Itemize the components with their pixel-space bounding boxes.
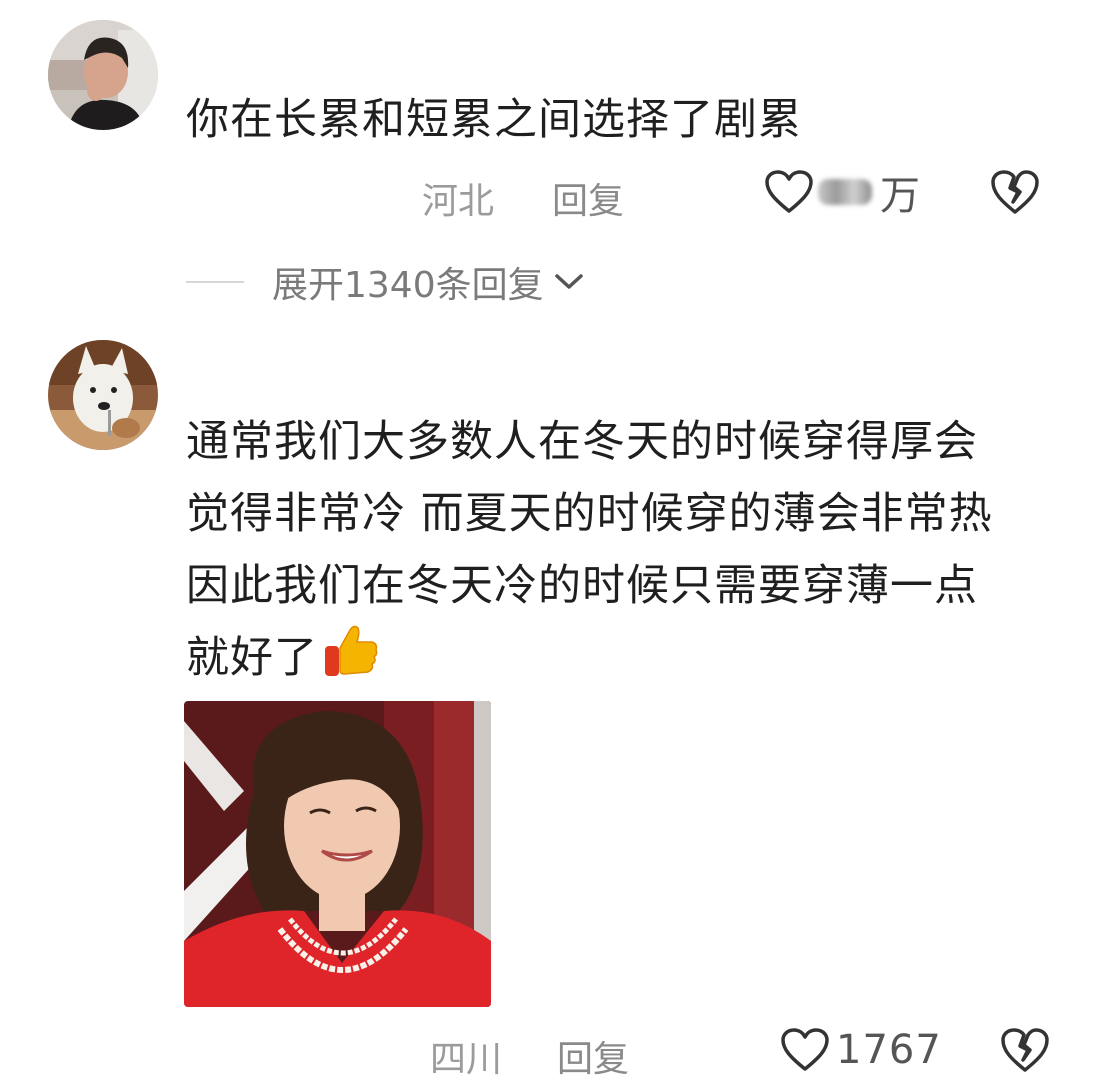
location-label: 河北 — [422, 181, 495, 222]
like-button[interactable]: 1767 — [780, 1024, 942, 1076]
chevron-down-icon — [554, 274, 583, 289]
reaction-photo[interactable] — [184, 701, 491, 1007]
expand-replies-button[interactable]: 展开1340条回复 — [186, 258, 584, 306]
avatar[interactable] — [48, 340, 158, 450]
thumbs-up-icon — [325, 625, 378, 676]
heart-outline-icon — [781, 1028, 829, 1071]
dislike-button[interactable] — [990, 168, 1040, 225]
expand-replies-label: 展开1340条回复 — [272, 265, 544, 306]
comment-meta: 四川 回复 1767 — [0, 1024, 1099, 1084]
comment-last-line: 就好了 — [186, 622, 1066, 694]
reply-button[interactable]: 回复 — [557, 1030, 629, 1082]
comment-line: 因此我们在冬天冷的时候只需要穿薄一点 — [186, 561, 978, 611]
comment-line: 就好了 — [186, 633, 318, 683]
heart-outline-icon — [765, 170, 813, 213]
comment-line: 觉得非常冷 而夏天的时候穿的薄会非常热 — [186, 489, 993, 539]
comment-line: 通常我们大多数人在冬天的时候穿得厚会 — [186, 417, 978, 467]
divider — [186, 281, 244, 283]
dislike-button[interactable] — [1000, 1026, 1050, 1083]
like-count: 1767 — [836, 1027, 942, 1073]
comment-text: 通常我们大多数人在冬天的时候穿得厚会 觉得非常冷 而夏天的时候穿的薄会非常热 因… — [186, 406, 1066, 694]
like-button[interactable]: 万 — [764, 166, 921, 219]
reply-button[interactable]: 回复 — [552, 172, 624, 224]
location-label: 四川 — [430, 1039, 503, 1080]
obscured-like-count — [818, 179, 872, 205]
broken-heart-icon — [1001, 1028, 1049, 1072]
broken-heart-icon — [991, 170, 1039, 214]
comment-meta: 河北 回复 万 — [0, 166, 1099, 226]
comment-line: 你在长累和短累之间选择了剧累 — [186, 95, 802, 145]
avatar[interactable] — [48, 20, 158, 130]
comment-text: 你在长累和短累之间选择了剧累 — [186, 84, 1066, 156]
like-count-suffix: 万 — [880, 173, 921, 219]
